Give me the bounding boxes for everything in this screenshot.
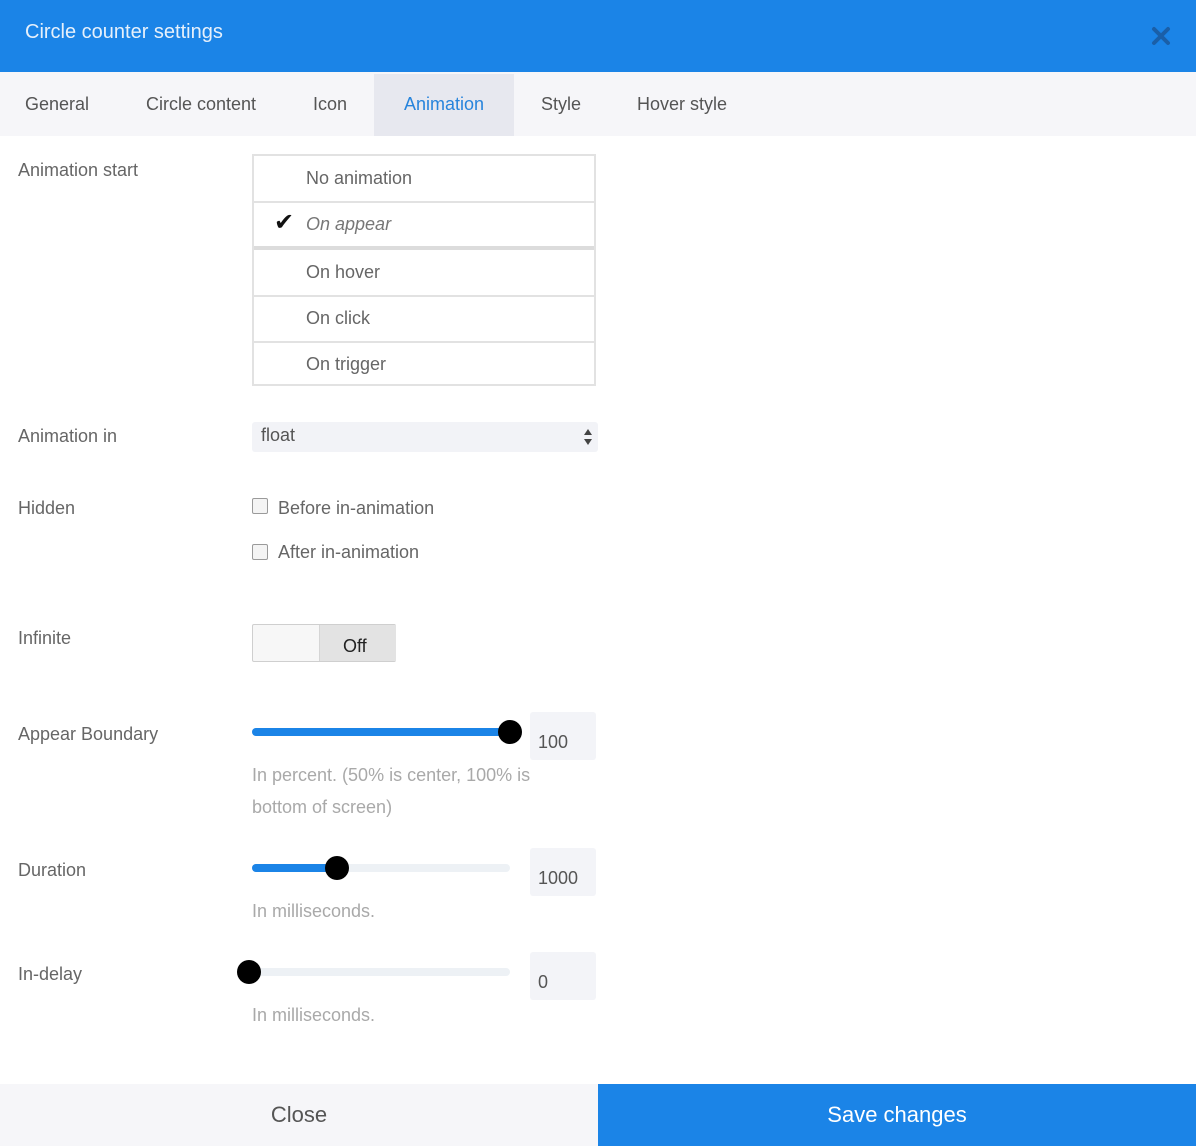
animation-start-list: No animation ✔ On appear On hover On cli… xyxy=(252,154,596,386)
tab-circle-content[interactable]: Circle content xyxy=(114,74,288,136)
toggle-state: Off xyxy=(343,636,367,656)
dialog-title: Circle counter settings xyxy=(25,21,223,43)
slider-thumb[interactable] xyxy=(498,720,522,744)
tab-bar: General Circle content Icon Animation St… xyxy=(0,72,1196,136)
option-label: On click xyxy=(306,308,371,328)
appear-boundary-slider[interactable] xyxy=(252,720,522,744)
infinite-label: Infinite xyxy=(18,628,72,648)
checkmark-icon: ✔ xyxy=(274,209,295,236)
animation-in-select[interactable]: float xyxy=(252,422,598,452)
slider-thumb[interactable] xyxy=(237,960,261,984)
hidden-label: Hidden xyxy=(18,498,76,518)
close-button[interactable]: Close xyxy=(0,1084,598,1146)
appear-boundary-input[interactable] xyxy=(530,712,596,760)
before-in-animation-checkbox[interactable] xyxy=(252,498,268,514)
option-label: On trigger xyxy=(306,354,387,374)
infinite-toggle[interactable]: Off xyxy=(252,624,396,662)
duration-slider[interactable] xyxy=(252,856,510,880)
dialog-header: Circle counter settings xyxy=(0,0,1196,72)
option-on-click[interactable]: On click xyxy=(254,296,598,342)
in-delay-slider[interactable] xyxy=(237,960,510,984)
after-in-animation-label: After in-animation xyxy=(278,542,420,562)
animation-start-label: Animation start xyxy=(18,160,139,180)
tab-animation[interactable]: Animation xyxy=(374,74,514,136)
in-delay-hint: In milliseconds. xyxy=(252,1005,376,1025)
in-delay-input[interactable] xyxy=(530,952,596,1000)
save-changes-button[interactable]: Save changes xyxy=(598,1084,1196,1146)
appear-boundary-hint-line1: In percent. (50% is center, 100% is xyxy=(252,765,531,785)
in-delay-label: In-delay xyxy=(18,964,83,984)
after-in-animation-checkbox[interactable] xyxy=(252,544,268,560)
option-on-appear[interactable]: ✔ On appear xyxy=(254,202,598,248)
option-label: No animation xyxy=(306,168,413,188)
appear-boundary-label: Appear Boundary xyxy=(18,724,159,744)
option-label: On appear xyxy=(306,214,392,234)
duration-hint: In milliseconds. xyxy=(252,901,376,921)
select-arrows-icon xyxy=(583,427,593,447)
slider-fill xyxy=(252,728,510,736)
close-icon[interactable] xyxy=(1147,22,1175,50)
duration-input[interactable] xyxy=(530,848,596,896)
option-label: On hover xyxy=(306,262,381,282)
option-on-trigger[interactable]: On trigger xyxy=(254,342,598,388)
appear-boundary-hint-line2: bottom of screen) xyxy=(252,797,393,817)
tab-icon[interactable]: Icon xyxy=(288,74,372,136)
tab-hover-style[interactable]: Hover style xyxy=(608,74,756,136)
tab-general[interactable]: General xyxy=(0,74,114,136)
duration-label: Duration xyxy=(18,860,87,880)
animation-in-value: float xyxy=(261,425,296,445)
tab-style[interactable]: Style xyxy=(514,74,608,136)
animation-in-label: Animation in xyxy=(18,426,118,446)
option-no-animation[interactable]: No animation xyxy=(254,156,598,202)
slider-thumb[interactable] xyxy=(325,856,350,880)
before-in-animation-label: Before in-animation xyxy=(278,498,435,518)
option-on-hover[interactable]: On hover xyxy=(254,250,598,296)
